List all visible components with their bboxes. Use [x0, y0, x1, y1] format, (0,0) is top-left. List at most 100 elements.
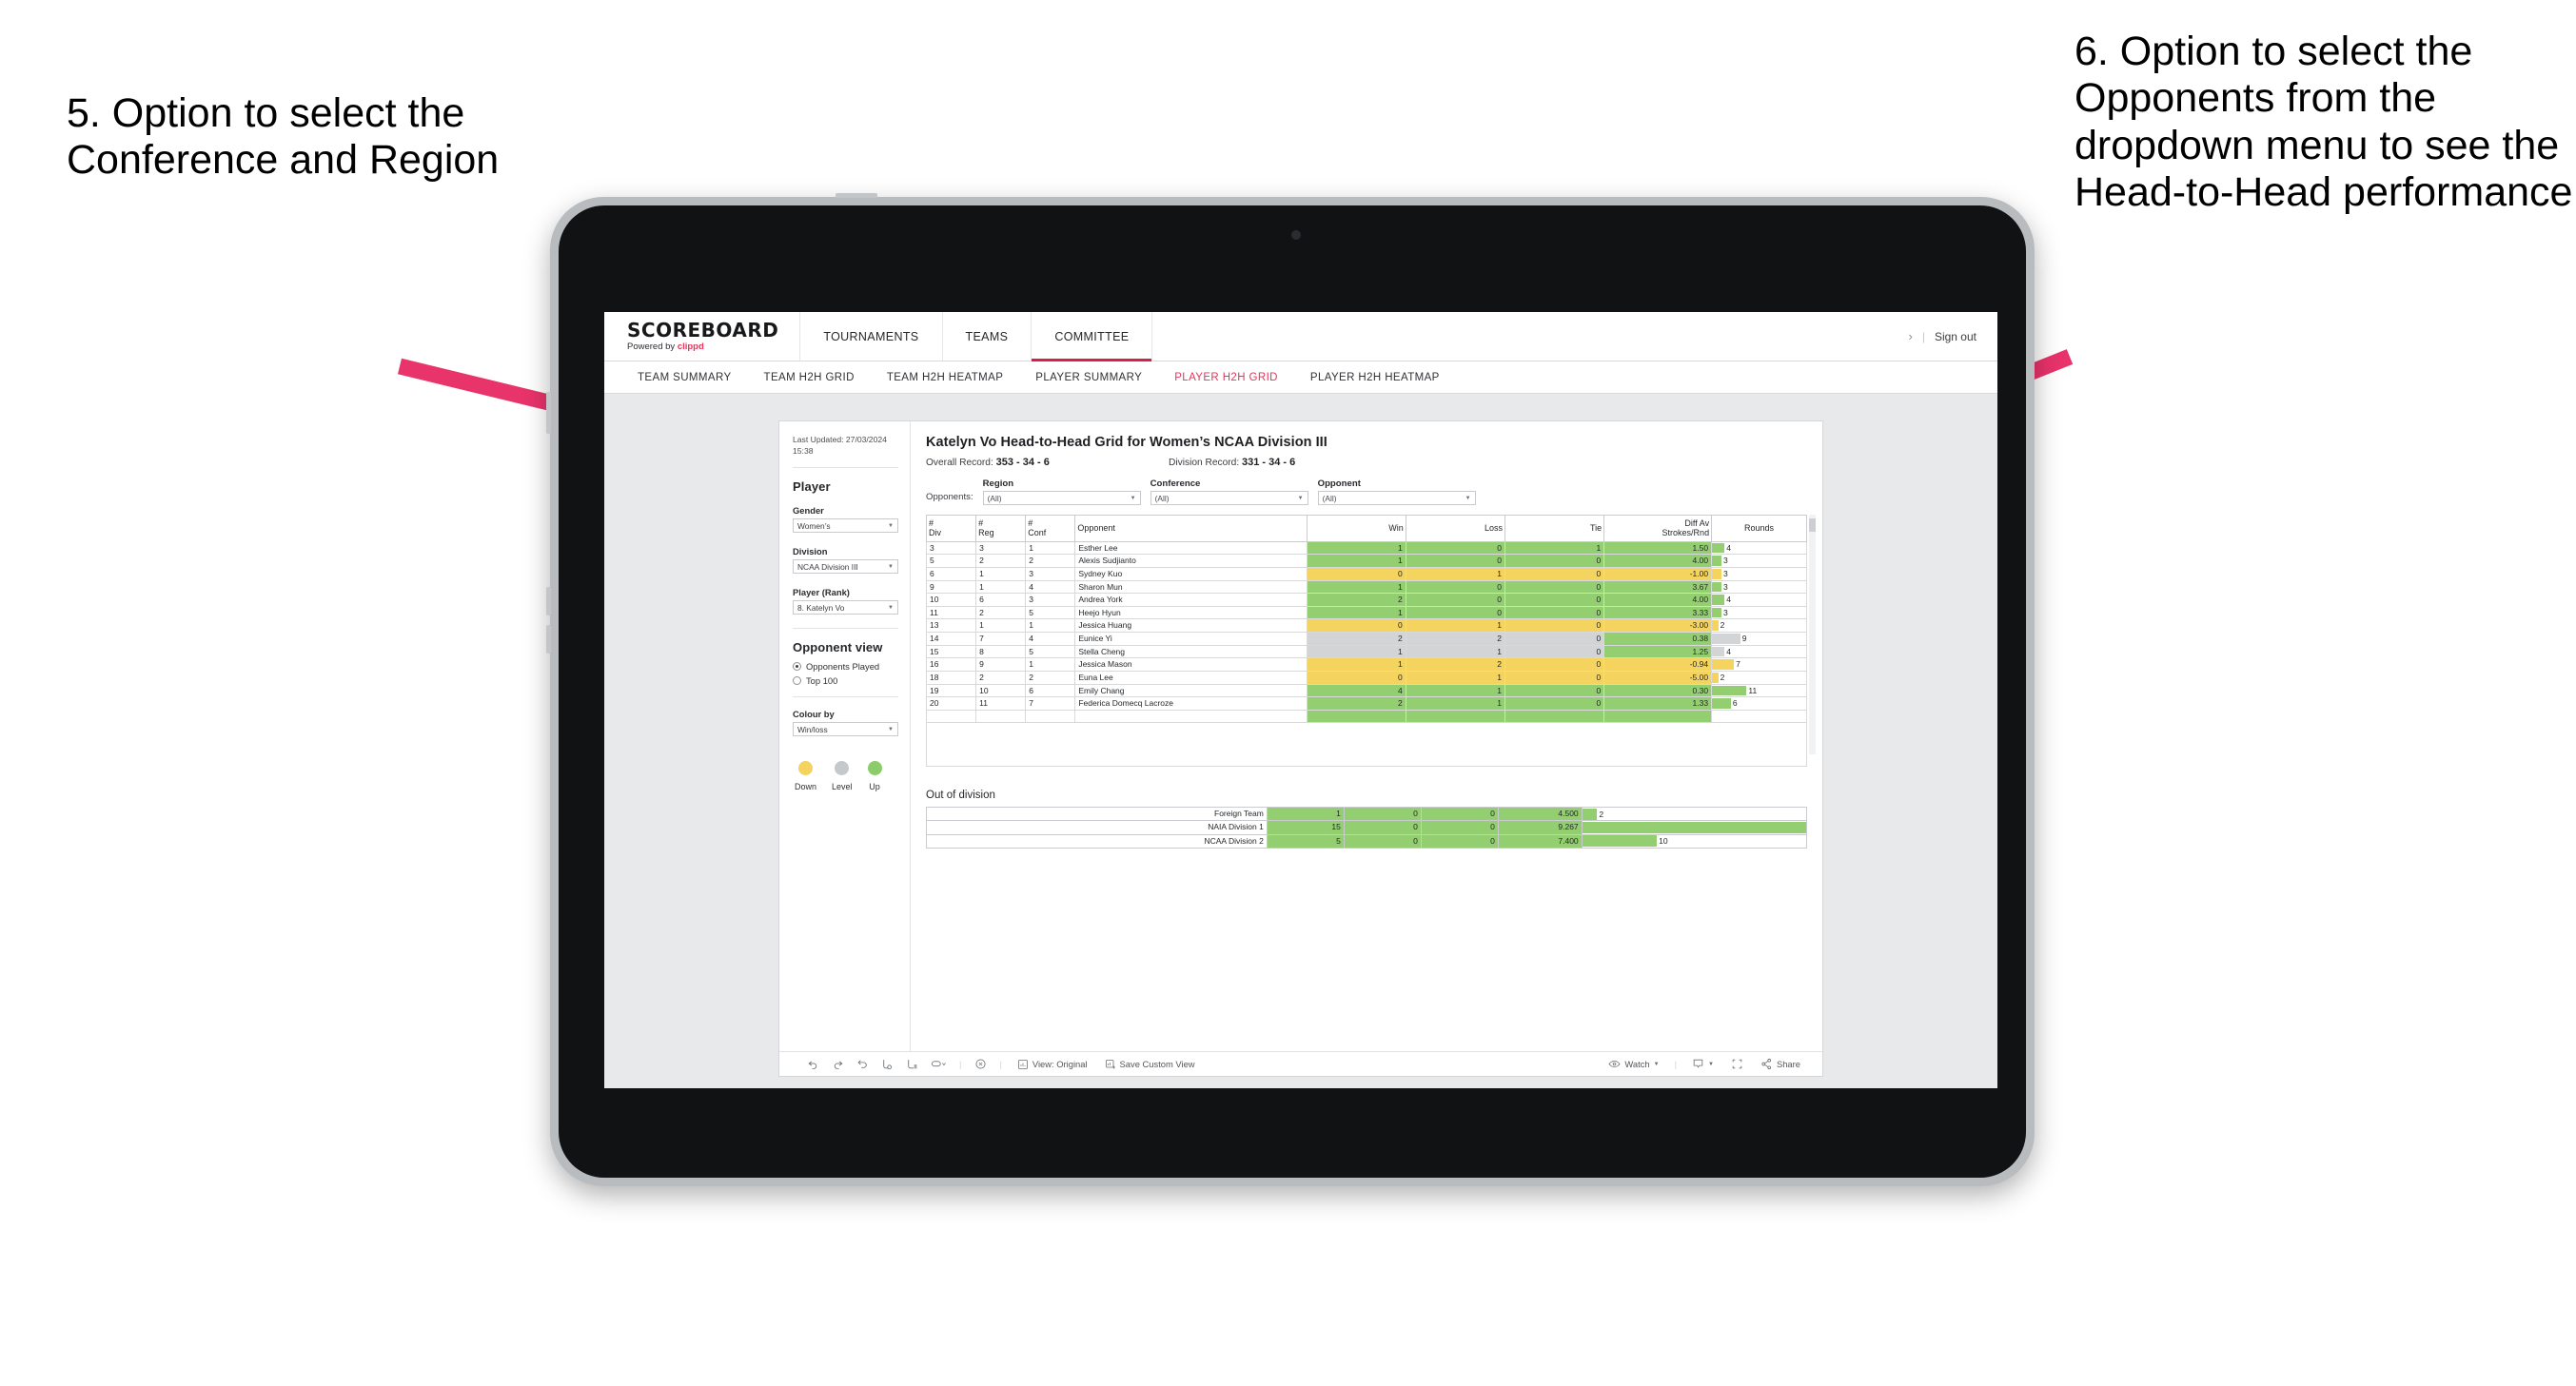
watch-button[interactable]: Watch ▼: [1600, 1058, 1667, 1070]
cell-opponent: [1074, 709, 1308, 724]
subtab-player-summary[interactable]: PLAYER SUMMARY: [1019, 372, 1158, 383]
cell-rounds: 11: [1711, 683, 1807, 698]
cell-rounds: 3: [1711, 566, 1807, 581]
rounds-bar-cell: 3: [1712, 568, 1806, 579]
grid-scrollbar[interactable]: [1809, 515, 1816, 754]
subtab-player-h2h-heatmap[interactable]: PLAYER H2H HEATMAP: [1294, 372, 1456, 383]
table-row[interactable]: NAIA Division 115009.26730: [926, 820, 1808, 835]
cell-rounds: 3: [1711, 605, 1807, 620]
table-row[interactable]: 14 7 4 Eunice Yi 2 2 0 0.38 9: [925, 632, 1807, 646]
cell-group-name: Foreign Team: [926, 807, 1268, 822]
conference-select[interactable]: (All) ▼: [1150, 491, 1308, 505]
power-button[interactable]: [546, 392, 551, 434]
col-diff-l2: Strokes/Rnd: [1662, 528, 1710, 538]
table-row[interactable]: 6 1 3 Sydney Kuo 0 1 0 -1.00 3: [925, 566, 1807, 581]
subtab-team-h2h-heatmap[interactable]: TEAM H2H HEATMAP: [871, 372, 1019, 383]
sub-navigation: TEAM SUMMARY TEAM H2H GRID TEAM H2H HEAT…: [604, 361, 1997, 394]
share-button[interactable]: Share: [1752, 1058, 1809, 1070]
table-row[interactable]: 9 1 4 Sharon Mun 1 0 0 3.67 3: [925, 579, 1807, 595]
tablet-device: SCOREBOARD Powered by clippd TOURNAMENTS…: [546, 193, 2035, 1186]
rounds-value: 4: [1726, 646, 1731, 656]
table-row[interactable]: 18 2 2 Euna Lee 0 1 0 -5.00 2: [925, 670, 1807, 685]
cell-win: 0: [1306, 670, 1406, 685]
highlight-icon[interactable]: [924, 1058, 953, 1070]
cell-div: 6: [925, 566, 977, 581]
cell-reg: 1: [975, 618, 1027, 634]
cell-loss: 1: [1405, 566, 1505, 581]
division-select[interactable]: NCAA Division III ▼: [793, 559, 898, 575]
opponent-select[interactable]: (All) ▼: [1317, 491, 1476, 505]
radio-icon: [793, 676, 801, 686]
cell-win: 1: [1306, 657, 1406, 672]
scrollbar-thumb[interactable]: [1809, 518, 1816, 532]
table-row[interactable]: 13 1 1 Jessica Huang 0 1 0 -3.00 2: [925, 618, 1807, 634]
chevron-right-icon[interactable]: ›: [1908, 329, 1912, 343]
chevron-down-icon: ▼: [888, 522, 894, 529]
volume-up-button[interactable]: [546, 587, 551, 615]
pause-updates-icon[interactable]: [899, 1058, 924, 1070]
revert-icon[interactable]: [850, 1058, 875, 1070]
view-original-button[interactable]: View: Original: [1009, 1059, 1096, 1070]
cell-opponent: Sydney Kuo: [1074, 566, 1308, 581]
col-rounds: Rounds: [1711, 515, 1807, 542]
subtab-team-h2h-grid[interactable]: TEAM H2H GRID: [748, 372, 871, 383]
table-row[interactable]: 15 8 5 Stella Cheng 1 1 0 1.25 4: [925, 644, 1807, 659]
cell-opponent: Federica Domecq Lacroze: [1074, 696, 1308, 711]
rounds-bar-cell: 4: [1712, 542, 1806, 554]
rounds-bar: [1582, 821, 1806, 834]
chevron-down-icon: ▼: [1465, 495, 1471, 501]
table-row[interactable]: 5 2 2 Alexis Sudjianto 1 0 0 4.00 3: [925, 554, 1807, 568]
cell-rounds: 2: [1711, 618, 1807, 634]
col-conf: # Conf: [1025, 515, 1076, 542]
legend-dot-up: [867, 761, 882, 776]
top-button[interactable]: [836, 193, 877, 198]
table-row[interactable]: 19 10 6 Emily Chang 4 1 0 0.30 11: [925, 683, 1807, 698]
sign-out-link[interactable]: Sign out: [1935, 330, 1976, 343]
division-record-value: 331 - 34 - 6: [1242, 457, 1296, 468]
cell-rounds: 30: [1581, 820, 1808, 835]
nav-tab-tournaments[interactable]: TOURNAMENTS: [800, 312, 943, 361]
brand-logo[interactable]: SCOREBOARD Powered by clippd: [604, 312, 801, 361]
undo-icon[interactable]: [800, 1058, 825, 1070]
table-row[interactable]: 11 2 5 Heejo Hyun 1 0 0 3.33 3: [925, 605, 1807, 620]
cell-loss: 1: [1405, 696, 1505, 711]
ask-data-icon[interactable]: [968, 1058, 993, 1070]
gender-select[interactable]: Women’s ▼: [793, 518, 898, 534]
colour-by-select[interactable]: Win/loss ▼: [793, 722, 898, 737]
rounds-bar-cell: 3: [1712, 581, 1806, 593]
player-rank-select[interactable]: 8. Katelyn Vo ▼: [793, 600, 898, 615]
conference-value: (All): [1154, 493, 1170, 503]
table-row[interactable]: 10 6 3 Andrea York 2 0 0 4.00 4: [925, 593, 1807, 607]
filter-section-title: Player: [793, 479, 831, 495]
fullscreen-button[interactable]: [1722, 1058, 1752, 1070]
table-row[interactable]: Foreign Team 1 0 0 4.500 2: [926, 807, 1808, 822]
cell-conf: 3: [1025, 566, 1076, 581]
volume-down-button[interactable]: [546, 625, 551, 654]
nav-tab-label: COMMITTEE: [1054, 329, 1130, 343]
cell-loss: 1: [1405, 683, 1505, 698]
subtab-team-summary[interactable]: TEAM SUMMARY: [621, 372, 748, 383]
cell-div: 16: [925, 657, 977, 672]
rounds-bar: [1712, 672, 1719, 683]
nav-tab-committee[interactable]: COMMITTEE: [1032, 312, 1153, 361]
legend-item-down: Down: [795, 761, 816, 791]
table-row[interactable]: 3 3 1 Esther Lee 1 0 1 1.50 4: [925, 540, 1807, 556]
cell-reg: 11: [975, 696, 1027, 711]
division-record-label: Division Record:: [1169, 458, 1240, 468]
table-row[interactable]: 20 11 7 Federica Domecq Lacroze 2 1 0 1.33 6: [925, 696, 1807, 711]
download-button[interactable]: ▼: [1683, 1058, 1722, 1070]
overall-record-value: 353 - 34 - 6: [995, 457, 1050, 468]
region-select[interactable]: (All) ▼: [982, 491, 1141, 505]
subtab-player-h2h-grid[interactable]: PLAYER H2H GRID: [1158, 372, 1294, 383]
save-custom-view-button[interactable]: Save Custom View: [1096, 1059, 1204, 1070]
refresh-icon[interactable]: [875, 1058, 899, 1070]
nav-tab-teams[interactable]: TEAMS: [943, 312, 1032, 361]
radio-top-100[interactable]: Top 100: [793, 675, 898, 686]
redo-icon[interactable]: [825, 1058, 850, 1070]
cell-tie: 0: [1420, 807, 1499, 822]
table-row[interactable]: NCAA Division 2 5 0 0 7.400 10: [926, 833, 1808, 849]
radio-opponents-played[interactable]: Opponents Played: [793, 661, 898, 672]
cell-loss: 0: [1405, 593, 1505, 607]
cell-reg: 8: [975, 644, 1027, 659]
table-row[interactable]: 16 9 1 Jessica Mason 1 2 0 -0.94 7: [925, 657, 1807, 672]
